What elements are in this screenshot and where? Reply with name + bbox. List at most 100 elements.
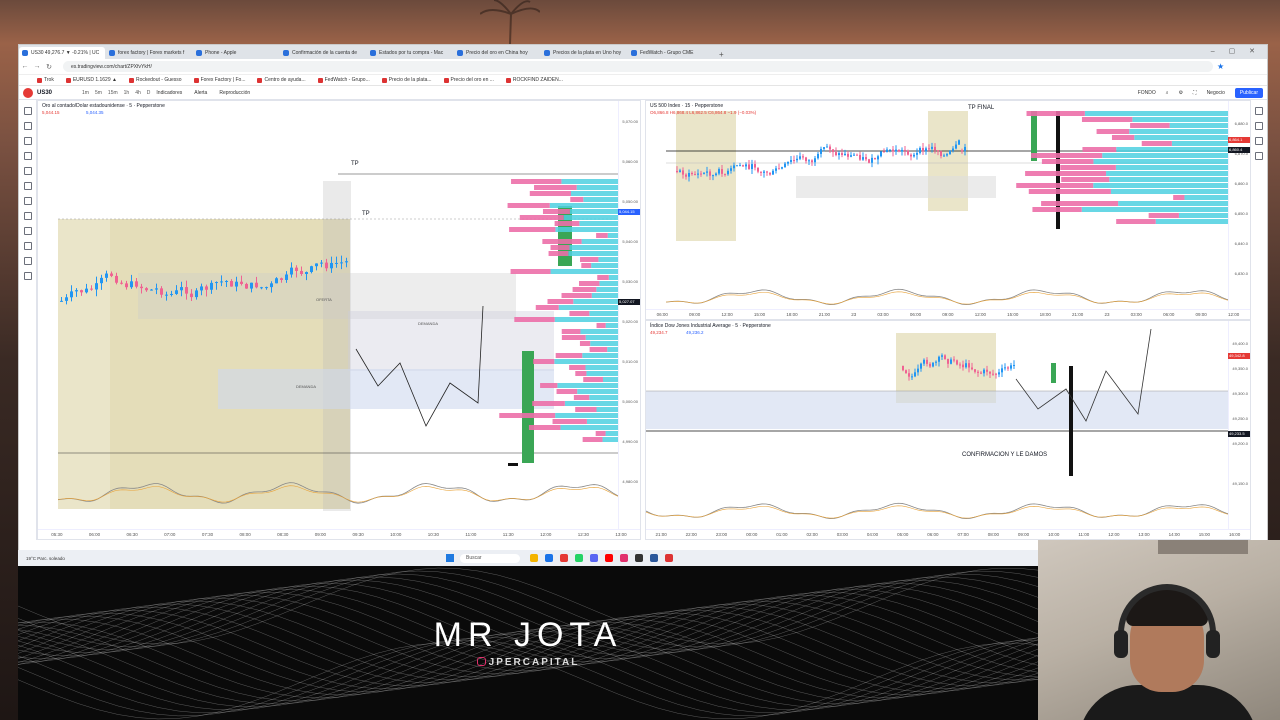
edge-icon[interactable] (545, 554, 553, 562)
alerts-icon[interactable] (1254, 122, 1263, 130)
gold-buy-price[interactable]: 5,044.35 (86, 110, 104, 115)
bookmark-item[interactable]: FedWatch - Grupo... (317, 77, 370, 83)
dow-sell-price[interactable]: 49,234.7 (650, 330, 668, 335)
chart-pane-dow[interactable]: Índice Dow Jones Industrial Average · 5 … (645, 320, 1251, 540)
gold-price-axis[interactable]: 5,070.00 5,060.00 5,050.00 5,040.00 5,03… (618, 101, 640, 539)
dow-time-axis[interactable]: 21:00 22:00 23:00 00:00 01:00 02:00 03:00 04:0… (646, 529, 1250, 539)
alert-button[interactable]: Alerta (194, 90, 207, 96)
candle-body (715, 173, 717, 176)
bookmark-item[interactable]: Forex Factory | Fo... (193, 77, 245, 83)
zoom-icon[interactable] (23, 212, 32, 220)
discord-icon[interactable] (590, 554, 598, 562)
youtube-icon[interactable] (605, 554, 613, 562)
lock-icon[interactable] (23, 242, 32, 250)
settings-icon[interactable]: ⚙ (1179, 90, 1183, 96)
tab-forex-factory[interactable]: forex factory | Forex markets f (106, 47, 192, 59)
sp500-chart-canvas[interactable] (646, 101, 1251, 320)
gold-time-axis[interactable]: 05:30 06:00 06:30 07:00 07:30 08:00 08:30 09:0… (38, 529, 640, 539)
tab-precio-plata[interactable]: Precios de la plata en Uno hoy (541, 47, 627, 59)
candle-body (733, 165, 735, 169)
sp500-time-axis[interactable]: 06:00 09:00 12:00 15:00 18:00 21:00 23 03:00 0… (646, 309, 1250, 319)
url-field[interactable]: es.tradingview.com/chart/ZPXfvYkH/ (63, 61, 1213, 72)
gold-sell-price[interactable]: 5,044.15 (42, 110, 60, 115)
tab-estados[interactable]: Estados por tu compra - Mac (367, 47, 453, 59)
dow-chart-canvas[interactable] (646, 321, 1251, 540)
forward-icon[interactable]: → (31, 63, 43, 70)
fullscreen-icon[interactable]: ⛶ (1193, 90, 1197, 96)
volume-profile-bar (528, 425, 561, 430)
calendar-icon[interactable] (1254, 137, 1263, 145)
tab-phone-apple[interactable]: Phone - Apple (193, 47, 279, 59)
chart-pane-sp500[interactable]: US 500 Index · 15 · Pepperstone O6,866.8… (645, 100, 1251, 320)
measure-icon[interactable] (23, 197, 32, 205)
fib-icon[interactable] (23, 137, 32, 145)
eye-icon[interactable] (23, 257, 32, 265)
timeframe-button[interactable]: 4h (135, 90, 141, 96)
new-tab-button[interactable]: + (715, 50, 728, 59)
dow-price-axis[interactable]: 49,400.0 49,350.0 49,300.0 49,250.0 49,2… (1228, 321, 1250, 539)
chart-pane-gold[interactable]: Oro al contado/Dolar estadounidense · 5 … (37, 100, 641, 540)
dow-buy-price[interactable]: 49,236.2 (686, 330, 704, 335)
magnet-icon[interactable] (23, 227, 32, 235)
back-icon[interactable]: ← (19, 63, 31, 70)
crosshair-icon[interactable] (23, 107, 32, 115)
bookmark-item[interactable]: Precio del oro en ... (443, 77, 494, 83)
bookmark-item[interactable]: Precio de la plata... (381, 77, 432, 83)
text-icon[interactable] (23, 167, 32, 175)
candle-body (983, 369, 985, 374)
indicators-button[interactable]: Indicadores (156, 90, 182, 96)
timeframe-button[interactable]: 1h (124, 90, 130, 96)
watchlist-icon[interactable] (1254, 107, 1263, 115)
timeframe-button[interactable]: 1m (82, 90, 89, 96)
windows-start-icon[interactable] (446, 554, 454, 562)
timeframe-button[interactable]: 15m (108, 90, 118, 96)
bookmark-item[interactable]: EURUSD 1.1629 ▲ (65, 77, 117, 83)
tab-fedwatch[interactable]: FedWatch - Grupo CME (628, 47, 714, 59)
reload-icon[interactable]: ↻ (43, 63, 55, 71)
obs-icon[interactable] (635, 554, 643, 562)
chart-toolbar: US30 1m 5m 15m 1h 4h D Indicadores Alert… (19, 86, 1267, 100)
candle-body (165, 294, 168, 296)
volume-profile-bar (555, 353, 583, 358)
layout-button[interactable]: FONDO (1138, 90, 1156, 96)
chrome-icon[interactable] (560, 554, 568, 562)
user-avatar[interactable] (23, 87, 33, 98)
tab-tradingview[interactable]: US30 49,276.7 ▼ -0.21% | UC (19, 47, 105, 59)
explorer-icon[interactable] (530, 554, 538, 562)
candle-body (757, 167, 759, 172)
trendline-icon[interactable] (23, 122, 32, 130)
bookmark-item[interactable]: Centro de ayuda... (257, 77, 306, 83)
trash-icon[interactable] (23, 272, 32, 280)
volume-profile-bar (554, 221, 580, 226)
search-icon[interactable]: ⌕ (1166, 90, 1169, 96)
replay-button[interactable]: Reproducción (219, 90, 250, 96)
candle-body (697, 173, 699, 175)
taskbar-search[interactable]: Buscar (460, 553, 520, 563)
word-icon[interactable] (650, 554, 658, 562)
bookmark-item[interactable]: ROCKFIND ZAIDEN... (505, 77, 563, 83)
bookmark-item[interactable]: Rockedout - Guesso (128, 77, 182, 83)
tab-confirmacion[interactable]: Confirmación de la cuenta de (280, 47, 366, 59)
candle-body (305, 272, 308, 274)
volume-profile-bar (510, 269, 551, 274)
app-icon[interactable] (665, 554, 673, 562)
tab-precio-oro[interactable]: Precio del oro en China hoy (454, 47, 540, 59)
weather-widget[interactable]: 19°C Parc. soleado (26, 556, 446, 561)
volume-profile-bar (1115, 165, 1230, 170)
window-controls[interactable]: – ▢ ✕ (1211, 47, 1261, 55)
whatsapp-icon[interactable] (575, 554, 583, 562)
publish-button[interactable]: Publicar (1234, 88, 1263, 98)
gold-chart-canvas[interactable] (38, 101, 641, 540)
candle-body (195, 290, 198, 298)
brush-icon[interactable] (23, 152, 32, 160)
bookmark-item[interactable]: Trok (37, 77, 54, 83)
symbol-search[interactable]: US30 (37, 90, 52, 96)
negocio-button[interactable]: Negocio (1207, 90, 1225, 96)
sp500-price-axis[interactable]: 6,880.0 6,870.0 6,860.0 6,850.0 6,840.0 … (1228, 101, 1250, 319)
pattern-icon[interactable] (23, 182, 32, 190)
chat-icon[interactable] (1254, 152, 1263, 160)
instagram-icon[interactable] (620, 554, 628, 562)
timeframe-button[interactable]: 5m (95, 90, 102, 96)
timeframe-button[interactable]: D (147, 90, 151, 96)
bookmark-star-icon[interactable]: ★ (1217, 62, 1224, 71)
